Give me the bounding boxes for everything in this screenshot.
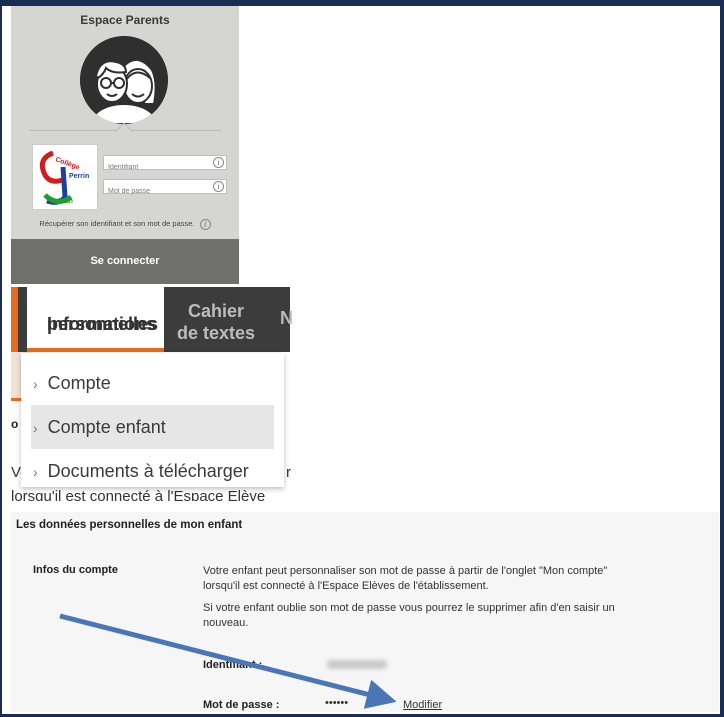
annotation-arrow-icon <box>59 613 397 709</box>
